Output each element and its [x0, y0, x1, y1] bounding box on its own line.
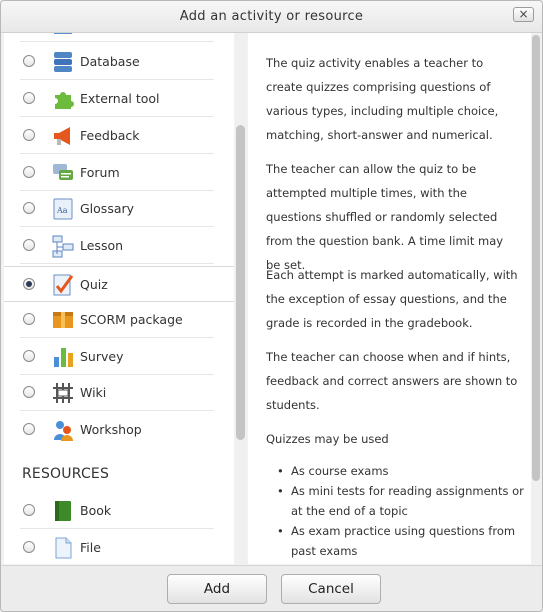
activity-item-wiki[interactable]: Wiki [4, 375, 234, 411]
activity-label: Feedback [80, 128, 140, 143]
add-button[interactable]: Add [167, 574, 267, 604]
activity-label: Lesson [80, 238, 124, 253]
description-scrollbar[interactable] [531, 33, 542, 564]
activity-radio[interactable] [23, 239, 35, 251]
file-icon [51, 536, 75, 560]
activity-item-quiz[interactable]: Quiz [4, 266, 234, 302]
forum-icon [51, 161, 75, 185]
resource-label: File [80, 540, 101, 555]
activity-radio[interactable] [23, 423, 35, 435]
scorm-icon [51, 308, 75, 332]
activity-item-forum[interactable]: Forum [4, 155, 234, 191]
activity-label: Wiki [80, 385, 107, 400]
add-activity-dialog: Add an activity or resource × Database E… [0, 0, 543, 612]
resources-heading: RESOURCES [22, 466, 110, 482]
activity-list-scrollbar[interactable] [235, 33, 247, 564]
dialog-titlebar: Add an activity or resource × [1, 1, 542, 33]
resource-radio[interactable] [23, 541, 35, 553]
svg-text:Aa: Aa [56, 206, 68, 215]
activity-list: Database External tool Feedback Forum Aa… [4, 33, 234, 564]
activity-item-survey[interactable]: Survey [4, 339, 234, 375]
resource-item-file[interactable]: File [4, 530, 234, 564]
activity-label: Workshop [80, 422, 142, 437]
activity-label: Forum [80, 165, 120, 180]
dialog-title: Add an activity or resource [179, 9, 364, 24]
activity-label: Survey [80, 349, 124, 364]
activity-item-scorm-package[interactable]: SCORM package [4, 302, 234, 338]
activity-description: The quiz activity enables a teacher to c… [248, 33, 531, 564]
list-item: As mini tests for reading assignments or… [273, 481, 525, 521]
activity-radio[interactable] [23, 166, 35, 178]
list-item: As exam practice using questions from pa… [273, 521, 525, 561]
book-icon [51, 499, 75, 523]
description-paragraph: The teacher can choose when and if hints… [266, 350, 518, 412]
lesson-icon [51, 234, 75, 258]
activity-item-external-tool[interactable]: External tool [4, 81, 234, 117]
description-paragraph: The quiz activity enables a teacher to c… [266, 56, 499, 142]
activity-radio[interactable] [23, 129, 35, 141]
activity-label: Database [80, 54, 140, 69]
scrollbar-thumb[interactable] [236, 125, 245, 440]
activity-radio[interactable] [23, 92, 35, 104]
workshop-icon [51, 418, 75, 442]
activity-label: Glossary [80, 201, 135, 216]
description-paragraph: Each attempt is marked automatically, wi… [266, 268, 518, 330]
description-paragraph: The teacher can allow the quiz to be att… [266, 162, 504, 272]
survey-icon [51, 345, 75, 369]
activity-label: Quiz [80, 277, 108, 292]
usage-list: As course exams As mini tests for readin… [273, 461, 525, 561]
wiki-icon [51, 381, 75, 405]
puzzle-icon [51, 87, 75, 111]
quiz-icon [51, 273, 75, 297]
megaphone-icon [51, 124, 75, 148]
partial-icon [51, 33, 75, 36]
resource-item-book[interactable]: Book [4, 493, 234, 529]
database-icon [51, 50, 75, 74]
activity-radio[interactable] [23, 202, 35, 214]
glossary-icon: Aa [51, 197, 75, 221]
cancel-button[interactable]: Cancel [281, 574, 381, 604]
activity-radio[interactable] [23, 55, 35, 67]
activity-label: External tool [80, 91, 160, 106]
resource-radio[interactable] [23, 504, 35, 516]
activity-item-lesson[interactable]: Lesson [4, 228, 234, 264]
resource-label: Book [80, 503, 112, 518]
activity-item-glossary[interactable]: Aa Glossary [4, 191, 234, 227]
activity-radio[interactable] [23, 386, 35, 398]
activity-label: SCORM package [80, 312, 183, 327]
activity-item-database[interactable]: Database [4, 44, 234, 80]
activity-radio[interactable] [23, 350, 35, 362]
list-item: As course exams [273, 461, 525, 481]
activity-item-workshop[interactable]: Workshop [4, 412, 234, 448]
activity-item-feedback[interactable]: Feedback [4, 118, 234, 154]
activity-radio[interactable] [23, 278, 35, 290]
close-button[interactable]: × [513, 7, 534, 22]
list-item[interactable] [4, 33, 234, 42]
activity-radio[interactable] [23, 313, 35, 325]
description-paragraph: Quizzes may be used [266, 432, 389, 446]
scrollbar-thumb[interactable] [532, 35, 540, 481]
dialog-footer: Add Cancel [1, 565, 542, 611]
